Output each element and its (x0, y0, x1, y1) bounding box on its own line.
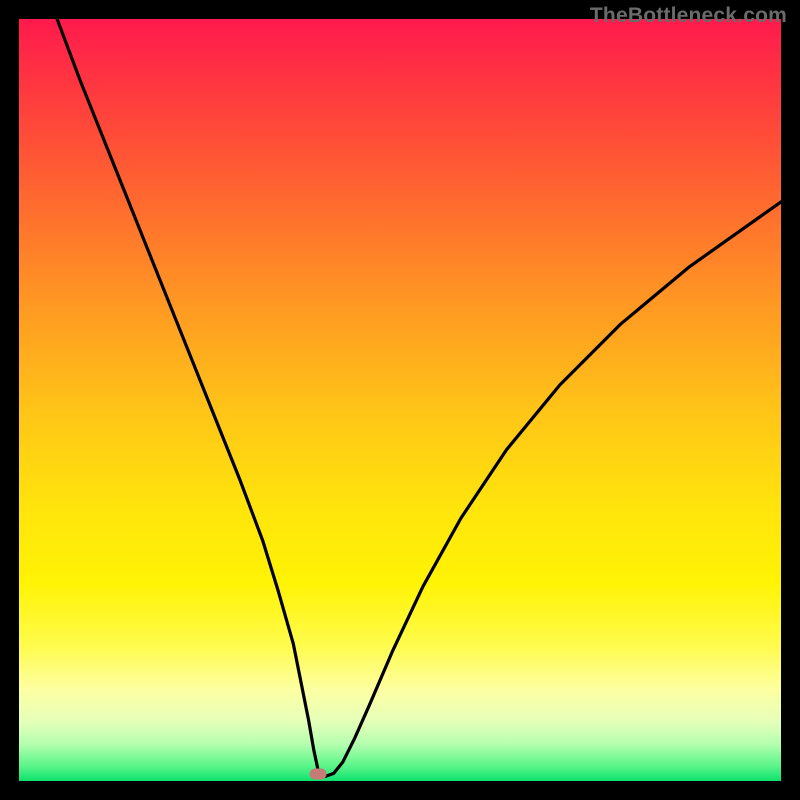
chart-svg (19, 19, 781, 781)
plot-area (19, 19, 781, 781)
chart-frame: TheBottleneck.com (0, 0, 800, 800)
optimal-point-marker (309, 769, 326, 780)
watermark-text: TheBottleneck.com (590, 4, 787, 28)
curve-path (57, 19, 781, 776)
